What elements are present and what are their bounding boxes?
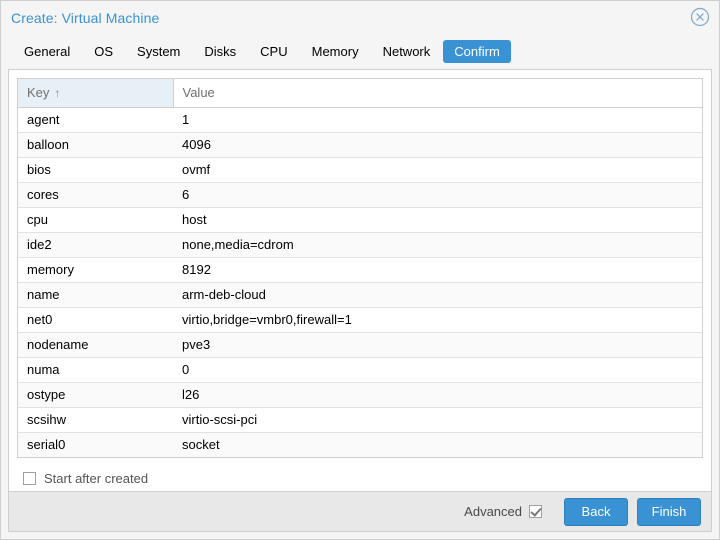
cell-key: cpu: [18, 207, 173, 233]
tab-system[interactable]: System: [126, 40, 191, 63]
summary-grid: Key ↑ Value agent 1 balloon 4096 bios ovmf c…: [18, 79, 702, 457]
sort-ascending-icon: ↑: [54, 86, 61, 101]
tab-confirm[interactable]: Confirm: [443, 40, 511, 63]
cell-key: agent: [18, 107, 173, 133]
cell-value: 4096: [173, 132, 702, 158]
tab-memory[interactable]: Memory: [301, 40, 370, 63]
cell-key: scsihw: [18, 407, 173, 433]
cell-value: host: [173, 207, 702, 233]
tab-cpu[interactable]: CPU: [249, 40, 298, 63]
cell-key: numa: [18, 357, 173, 383]
advanced-label: Advanced: [464, 504, 522, 519]
table-row[interactable]: serial0 socket: [18, 432, 702, 457]
dialog-footer: Advanced Back Finish: [8, 491, 712, 532]
table-row[interactable]: net0 virtio,bridge=vmbr0,firewall=1: [18, 307, 702, 333]
table-row[interactable]: nodename pve3: [18, 332, 702, 358]
start-after-created-label: Start after created: [44, 471, 149, 486]
table-row[interactable]: ide2 none,media=cdrom: [18, 232, 702, 258]
finish-button[interactable]: Finish: [637, 497, 701, 526]
table-row[interactable]: cpu host: [18, 207, 702, 233]
back-button[interactable]: Back: [564, 497, 628, 526]
cell-value: virtio-scsi-pci: [173, 407, 702, 433]
confirm-panel: Key ↑ Value agent 1 balloon 4096 bios ovmf c…: [8, 69, 712, 491]
summary-grid-wrap: Key ↑ Value agent 1 balloon 4096 bios ovmf c…: [17, 78, 703, 458]
cell-value: virtio,bridge=vmbr0,firewall=1: [173, 307, 702, 333]
create-vm-dialog: Create: Virtual Machine General OS Syste…: [0, 0, 720, 540]
table-row[interactable]: bios ovmf: [18, 157, 702, 183]
column-header-value[interactable]: Value: [173, 79, 702, 108]
cell-value: none,media=cdrom: [173, 232, 702, 258]
column-header-value-label: Value: [182, 85, 215, 101]
cell-value: ovmf: [173, 157, 702, 183]
cell-value: 0: [173, 357, 702, 383]
table-row[interactable]: scsihw virtio-scsi-pci: [18, 407, 702, 433]
tab-network[interactable]: Network: [372, 40, 442, 63]
cell-key: bios: [18, 157, 173, 183]
cell-value: l26: [173, 382, 702, 408]
cell-key: serial0: [18, 432, 173, 457]
table-row[interactable]: cores 6: [18, 182, 702, 208]
cell-key: name: [18, 282, 173, 308]
cell-key: nodename: [18, 332, 173, 358]
close-circle-icon[interactable]: [690, 7, 710, 27]
column-header-key[interactable]: Key ↑: [18, 79, 174, 108]
start-after-created-checkbox[interactable]: [23, 472, 36, 485]
table-header-row: Key ↑ Value: [18, 79, 702, 108]
tab-os[interactable]: OS: [83, 40, 124, 63]
column-header-key-label: Key: [27, 85, 50, 101]
tab-disks[interactable]: Disks: [193, 40, 247, 63]
cell-key: cores: [18, 182, 173, 208]
dialog-titlebar: Create: Virtual Machine: [1, 1, 719, 34]
wizard-tabbar: General OS System Disks CPU Memory Netwo…: [1, 34, 719, 69]
cell-key: memory: [18, 257, 173, 283]
table-row[interactable]: balloon 4096: [18, 132, 702, 158]
cell-key: ide2: [18, 232, 173, 258]
cell-value: arm-deb-cloud: [173, 282, 702, 308]
summary-grid-body: agent 1 balloon 4096 bios ovmf cores 6 cpu ho…: [18, 107, 702, 457]
table-row[interactable]: memory 8192: [18, 257, 702, 283]
tab-general[interactable]: General: [13, 40, 81, 63]
table-row[interactable]: numa 0: [18, 357, 702, 383]
table-row[interactable]: name arm-deb-cloud: [18, 282, 702, 308]
cell-value: 1: [173, 107, 702, 133]
cell-value: socket: [173, 432, 702, 457]
table-row[interactable]: agent 1: [18, 107, 702, 133]
dialog-title: Create: Virtual Machine: [11, 9, 160, 26]
cell-value: 6: [173, 182, 702, 208]
start-after-created-row: Start after created: [9, 458, 711, 486]
cell-key: net0: [18, 307, 173, 333]
cell-key: ostype: [18, 382, 173, 408]
cell-value: pve3: [173, 332, 702, 358]
cell-key: balloon: [18, 132, 173, 158]
cell-value: 8192: [173, 257, 702, 283]
table-row[interactable]: ostype l26: [18, 382, 702, 408]
advanced-checkbox[interactable]: [529, 505, 542, 518]
